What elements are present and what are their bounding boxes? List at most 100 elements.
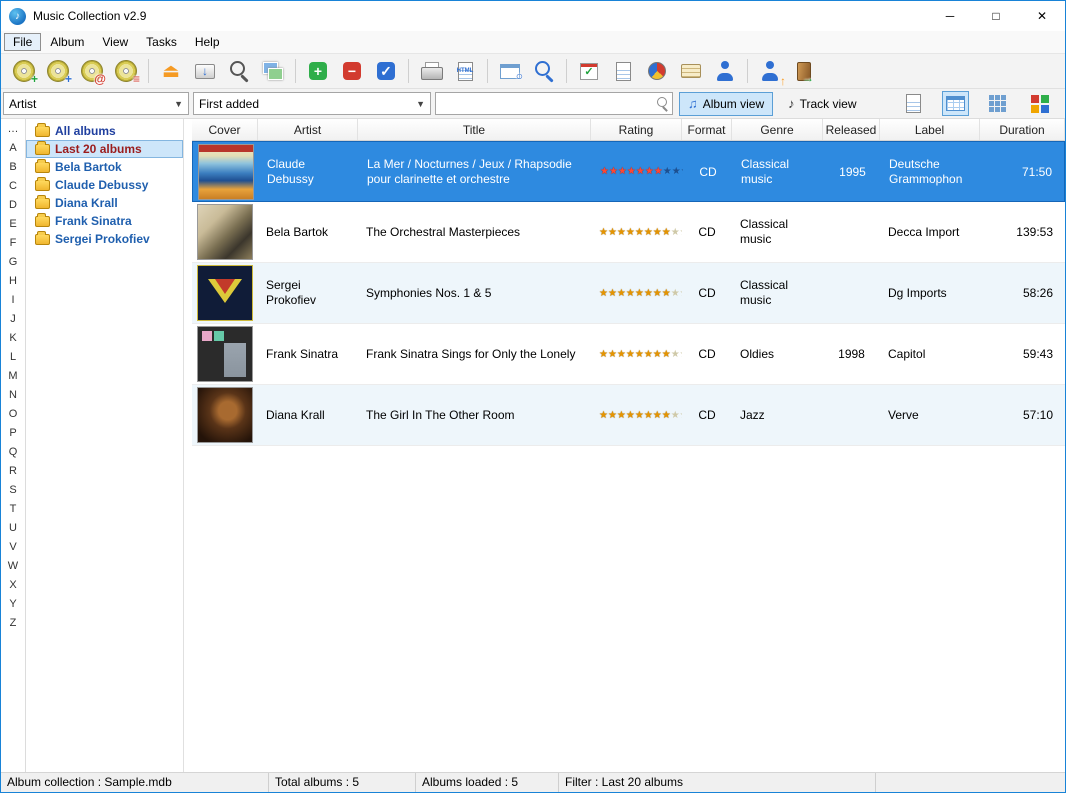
- alphabet-e[interactable]: E: [1, 215, 25, 234]
- menu-item-view[interactable]: View: [93, 33, 137, 51]
- menu-item-file[interactable]: File: [4, 33, 41, 51]
- eject-disc-icon: ⏏: [159, 59, 183, 83]
- search-icon[interactable]: [654, 96, 672, 112]
- cell-genre: Classical music: [733, 142, 824, 201]
- alphabet-j[interactable]: J: [1, 310, 25, 329]
- alphabet-r[interactable]: R: [1, 462, 25, 481]
- menu-item-album[interactable]: Album: [41, 33, 93, 51]
- alphabet-d[interactable]: D: [1, 196, 25, 215]
- thumbnails-view-button[interactable]: [984, 91, 1011, 116]
- alphabet-z[interactable]: Z: [1, 614, 25, 633]
- alphabet-n[interactable]: N: [1, 386, 25, 405]
- maximize-button[interactable]: □: [973, 1, 1019, 31]
- web-grab-album-button[interactable]: @: [75, 56, 109, 86]
- alphabet-t[interactable]: T: [1, 500, 25, 519]
- column-header-label[interactable]: Label: [880, 119, 980, 140]
- search-disc-button[interactable]: [222, 56, 256, 86]
- print-button[interactable]: [414, 56, 448, 86]
- menu-item-tasks[interactable]: Tasks: [137, 33, 186, 51]
- close-button[interactable]: ✕: [1019, 1, 1065, 31]
- database-grab-album-button[interactable]: ≡: [109, 56, 143, 86]
- album-row-bela-bartok[interactable]: Bela BartokThe Orchestral Masterpieces★★…: [192, 202, 1065, 263]
- tree-item-all-albums[interactable]: All albums: [26, 122, 183, 140]
- cell-duration: 139:53: [980, 202, 1065, 262]
- cell-genre: Classical music: [732, 263, 823, 323]
- column-header-rating[interactable]: Rating: [591, 119, 682, 140]
- tree-item-last-20-albums[interactable]: Last 20 albums: [26, 140, 183, 158]
- report-button[interactable]: [606, 56, 640, 86]
- cell-genre: Jazz: [732, 385, 823, 445]
- add-record-button[interactable]: +: [301, 56, 335, 86]
- alphabet-i[interactable]: I: [1, 291, 25, 310]
- alphabet-x[interactable]: X: [1, 576, 25, 595]
- contacts-button[interactable]: [708, 56, 742, 86]
- tree-item-diana-krall[interactable]: Diana Krall: [26, 194, 183, 212]
- album-view-button[interactable]: ♫ Album view: [679, 92, 773, 116]
- alphabet-o[interactable]: O: [1, 405, 25, 424]
- column-header-cover[interactable]: Cover: [192, 119, 258, 140]
- statistics-button[interactable]: ✓: [572, 56, 606, 86]
- delete-record-button[interactable]: −: [335, 56, 369, 86]
- edit-record-button[interactable]: ✓: [369, 56, 403, 86]
- find-button[interactable]: ○: [493, 56, 527, 86]
- export-html-button[interactable]: HTML: [448, 56, 482, 86]
- images-view-button[interactable]: [1026, 91, 1053, 116]
- report-view-button[interactable]: [900, 91, 927, 116]
- tree-item-frank-sinatra[interactable]: Frank Sinatra: [26, 212, 183, 230]
- alphabet-q[interactable]: Q: [1, 443, 25, 462]
- filter-dropdown[interactable]: First added ▼: [193, 92, 431, 115]
- add-album-button[interactable]: +: [7, 56, 41, 86]
- column-header-genre[interactable]: Genre: [732, 119, 823, 140]
- alphabet-g[interactable]: G: [1, 253, 25, 272]
- zoom-icon: [532, 59, 556, 83]
- alphabet-l[interactable]: L: [1, 348, 25, 367]
- lend-button[interactable]: ↑: [753, 56, 787, 86]
- cell-released: 1998: [823, 324, 880, 384]
- copy-album-button[interactable]: +: [41, 56, 75, 86]
- tree-item-bela-bartok[interactable]: Bela Bartok: [26, 158, 183, 176]
- alphabet-w[interactable]: W: [1, 557, 25, 576]
- alphabet-b[interactable]: B: [1, 158, 25, 177]
- search-covers-button[interactable]: [256, 56, 290, 86]
- alphabet-v[interactable]: V: [1, 538, 25, 557]
- album-row-diana-krall[interactable]: Diana KrallThe Girl In The Other Room★★★…: [192, 385, 1065, 446]
- album-row-claude-debussy[interactable]: Claude DebussyLa Mer / Nocturnes / Jeux …: [192, 141, 1065, 202]
- cell-format: CD: [682, 202, 732, 262]
- load-disc-button[interactable]: ↓: [188, 56, 222, 86]
- alphabet-p[interactable]: P: [1, 424, 25, 443]
- alphabet-h[interactable]: H: [1, 272, 25, 291]
- table-view-button[interactable]: [942, 91, 969, 116]
- column-header-format[interactable]: Format: [682, 119, 732, 140]
- exit-button[interactable]: →: [787, 56, 821, 86]
- menu-item-help[interactable]: Help: [186, 33, 229, 51]
- group-by-dropdown[interactable]: Artist ▼: [3, 92, 189, 115]
- column-header-duration[interactable]: Duration: [980, 119, 1065, 140]
- alphabet-a[interactable]: A: [1, 139, 25, 158]
- alphabet-s[interactable]: S: [1, 481, 25, 500]
- alphabet-f[interactable]: F: [1, 234, 25, 253]
- eject-disc-button[interactable]: ⏏: [154, 56, 188, 86]
- alphabet-k[interactable]: K: [1, 329, 25, 348]
- album-row-frank-sinatra[interactable]: Frank SinatraFrank Sinatra Sings for Onl…: [192, 324, 1065, 385]
- column-header-released[interactable]: Released: [823, 119, 880, 140]
- zoom-button[interactable]: [527, 56, 561, 86]
- tree-item-sergei-prokofiev[interactable]: Sergei Prokofiev: [26, 230, 183, 248]
- tree-item-claude-debussy[interactable]: Claude Debussy: [26, 176, 183, 194]
- alphabet-ellipsis[interactable]: …: [1, 120, 25, 139]
- alphabet-y[interactable]: Y: [1, 595, 25, 614]
- chart-button[interactable]: [640, 56, 674, 86]
- alphabet-m[interactable]: M: [1, 367, 25, 386]
- column-header-title[interactable]: Title: [358, 119, 591, 140]
- loan-card-button[interactable]: [674, 56, 708, 86]
- album-row-sergei-prokofiev[interactable]: Sergei ProkofievSymphonies Nos. 1 & 5★★★…: [192, 263, 1065, 324]
- search-input[interactable]: [436, 93, 654, 114]
- alphabet-c[interactable]: C: [1, 177, 25, 196]
- splitter[interactable]: [183, 119, 192, 772]
- minimize-button[interactable]: ─: [927, 1, 973, 31]
- column-header-artist[interactable]: Artist: [258, 119, 358, 140]
- folder-icon: [35, 216, 50, 227]
- track-view-button[interactable]: ♪ Track view: [779, 92, 865, 116]
- alphabet-u[interactable]: U: [1, 519, 25, 538]
- add-record-icon: +: [309, 62, 327, 80]
- chevron-down-icon: ▼: [410, 99, 425, 109]
